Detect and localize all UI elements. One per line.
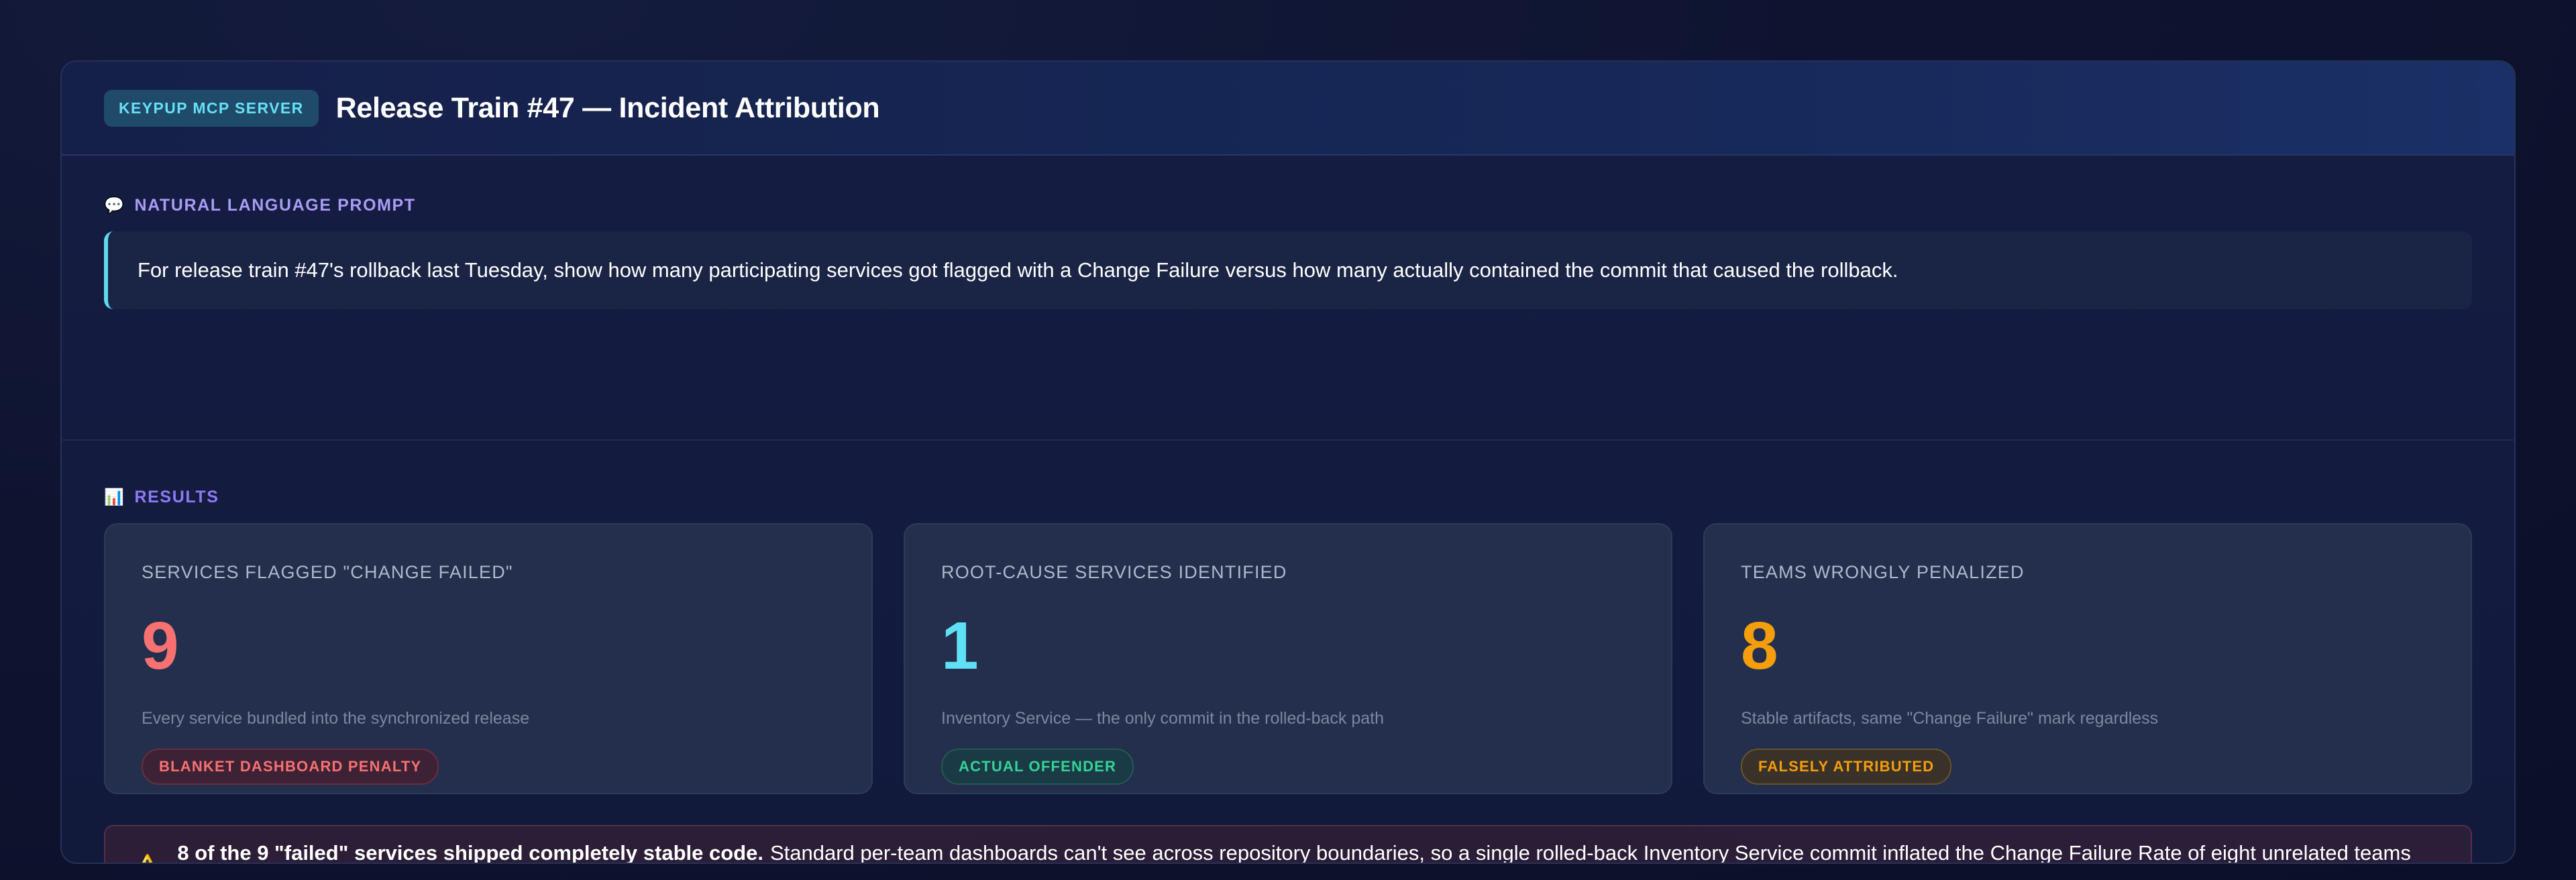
warning-callout: ⚠️ 8 of the 9 "failed" services shipped … [104,825,2472,864]
warning-text: 8 of the 9 "failed" services shipped com… [177,841,2471,864]
prompt-text: For release train #47's rollback last Tu… [104,231,2472,309]
results-label: 📊 RESULTS [104,488,2472,507]
result-cards: SERVICES FLAGGED "CHANGE FAILED" 9 Every… [104,523,2472,794]
prompt-label-text: NATURAL LANGUAGE PROMPT [134,196,416,215]
status-badge: FALSELY ATTRIBUTED [1741,749,1952,785]
incident-panel: KEYPUP MCP SERVER Release Train #47 — In… [60,60,2516,864]
warning-bold: 8 of the 9 "failed" services shipped com… [177,841,763,864]
card-teams-penalized: TEAMS WRONGLY PENALIZED 8 Stable artifac… [1703,523,2472,794]
card-value: 1 [941,608,979,683]
card-description: Inventory Service — the only commit in t… [941,709,1385,728]
card-value: 8 [1741,608,1778,683]
panel-header: KEYPUP MCP SERVER Release Train #47 — In… [62,62,2514,156]
speech-bubble-icon: 💬 [104,197,125,215]
card-root-cause: ROOT-CAUSE SERVICES IDENTIFIED 1 Invento… [904,523,1672,794]
card-services-flagged: SERVICES FLAGGED "CHANGE FAILED" 9 Every… [104,523,873,794]
results-section: 📊 RESULTS SERVICES FLAGGED "CHANGE FAILE… [62,441,2514,864]
card-title: ROOT-CAUSE SERVICES IDENTIFIED [941,562,1287,582]
status-badge: ACTUAL OFFENDER [941,749,1134,785]
prompt-label: 💬 NATURAL LANGUAGE PROMPT [104,196,2472,215]
bar-chart-icon: 📊 [104,488,125,506]
card-title: TEAMS WRONGLY PENALIZED [1741,562,2025,582]
card-description: Stable artifacts, same "Change Failure" … [1741,709,2159,728]
results-label-text: RESULTS [134,488,219,506]
warning-icon: ⚠️ [135,854,160,863]
card-value: 9 [142,608,179,683]
card-title: SERVICES FLAGGED "CHANGE FAILED" [142,562,513,582]
prompt-section: 💬 NATURAL LANGUAGE PROMPT For release tr… [62,156,2514,441]
status-badge: BLANKET DASHBOARD PENALTY [142,749,439,785]
server-badge: KEYPUP MCP SERVER [104,89,319,127]
card-description: Every service bundled into the synchroni… [142,709,530,728]
page-title: Release Train #47 — Incident Attribution [335,91,880,124]
